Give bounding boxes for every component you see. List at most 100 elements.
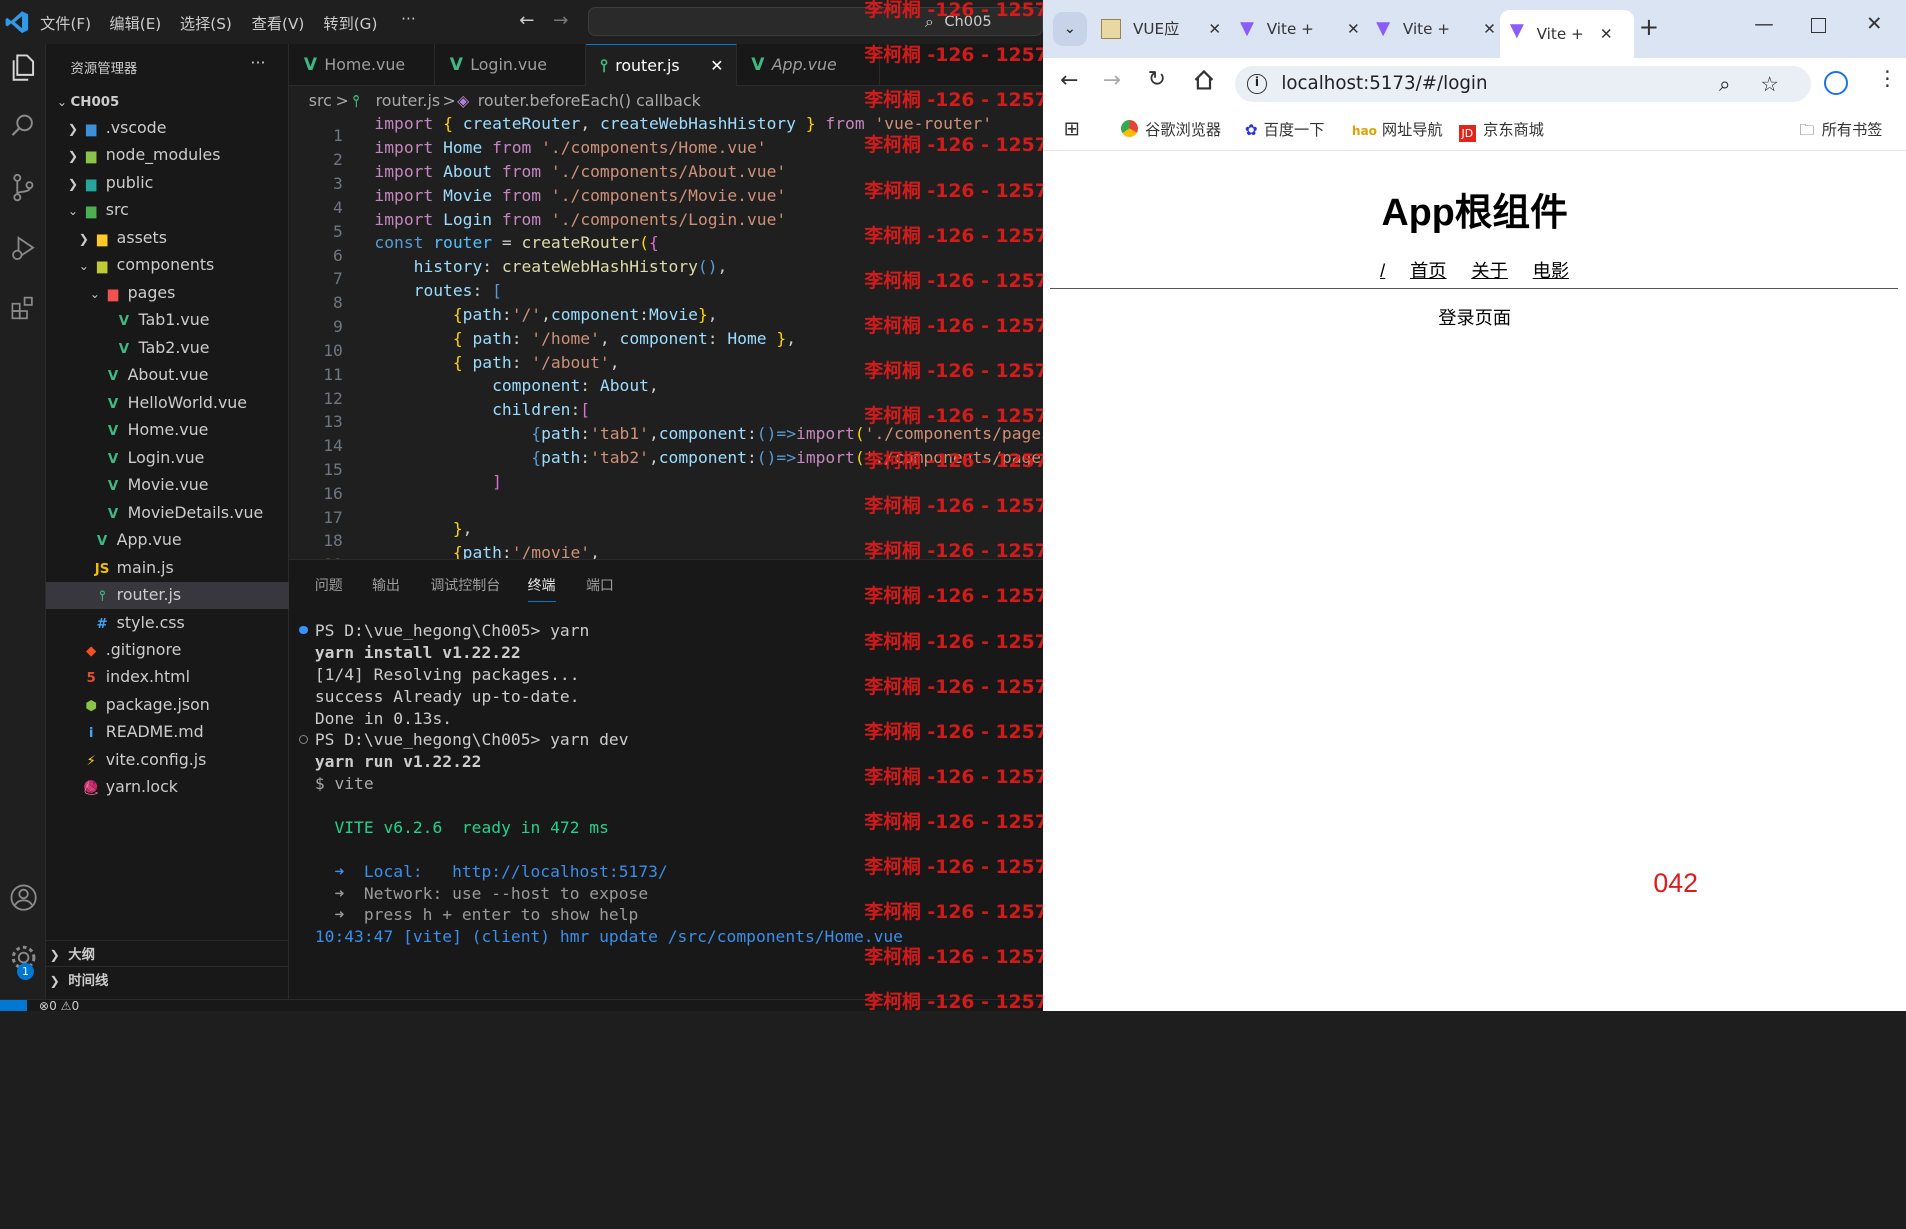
menu-file[interactable]: 文件(F): [40, 12, 91, 34]
close-window-icon[interactable]: ✕: [1866, 12, 1882, 35]
source-control-icon[interactable]: [4, 173, 43, 212]
breadcrumb-src[interactable]: src: [309, 88, 332, 115]
panel-tab-output[interactable]: 输出: [372, 575, 400, 595]
line-number: 13: [323, 412, 343, 432]
back-arrow-icon[interactable]: ←: [519, 10, 534, 31]
tree-item[interactable]: ⌄ CH005: [46, 88, 289, 115]
tree-item[interactable]: V HelloWorld.vue: [46, 390, 289, 417]
tree-item[interactable]: ⫯ router.js: [46, 582, 290, 609]
close-icon[interactable]: ✕: [710, 45, 723, 88]
panel-tab-problems[interactable]: 问题: [315, 575, 343, 595]
explorer-icon[interactable]: [4, 53, 43, 92]
minimize-icon[interactable]: —: [1754, 12, 1773, 35]
close-icon[interactable]: ✕: [1208, 10, 1221, 49]
tree-item[interactable]: V About.vue: [46, 362, 289, 389]
reload-icon[interactable]: ↻: [1148, 67, 1166, 92]
tree-item[interactable]: V Tab1.vue: [46, 307, 289, 334]
menu-edit[interactable]: 编辑(E): [109, 12, 161, 34]
browser-tab[interactable]: ▼ Vite + ✕: [1371, 10, 1505, 49]
menu-go[interactable]: 转到(G): [323, 12, 377, 34]
tree-item[interactable]: 5 index.html: [46, 664, 289, 691]
editor-tab[interactable]: V Home.vue: [289, 43, 436, 87]
timeline-section[interactable]: ❯ 时间线: [46, 966, 290, 993]
watermark-text: 李柯桐 -126 - 1257: [864, 541, 1044, 563]
vite-logo-icon: ▼: [1509, 20, 1524, 42]
tree-item[interactable]: V Movie.vue: [46, 472, 289, 499]
new-tab-plus-icon[interactable]: +: [1639, 12, 1659, 41]
menu-view[interactable]: 查看(V): [252, 12, 305, 34]
tab-search-button[interactable]: ⌄: [1052, 12, 1087, 47]
close-icon[interactable]: ✕: [1483, 10, 1496, 49]
tree-item[interactable]: ⌄ ▆ src: [46, 197, 289, 224]
browser-tab[interactable]: ▼ Vite + ✕: [1235, 10, 1369, 49]
menu-kebab-icon[interactable]: ⋮: [1877, 66, 1898, 90]
browser-tab[interactable]: VUE应 ✕: [1097, 10, 1231, 49]
nav-link-home[interactable]: 首页: [1410, 260, 1446, 281]
run-debug-icon[interactable]: [4, 233, 43, 272]
menu-selection[interactable]: 选择(S): [180, 12, 232, 34]
panel-tab-ports[interactable]: 端口: [586, 575, 614, 595]
tree-item[interactable]: ❯ ▆ public: [46, 170, 289, 197]
search-icon[interactable]: [4, 112, 43, 151]
remote-indicator[interactable]: [0, 1000, 27, 1012]
tree-item-label: public: [105, 172, 154, 192]
nav-link-movie[interactable]: 电影: [1533, 260, 1569, 281]
outline-section[interactable]: ❯ 大纲: [46, 939, 290, 967]
forward-arrow-icon[interactable]: →: [553, 10, 568, 31]
nav-link-about[interactable]: 关于: [1471, 260, 1507, 281]
bookmark-baidu[interactable]: ✿ 百度一下: [1245, 118, 1325, 140]
profile-avatar-icon[interactable]: [1823, 70, 1848, 95]
browser-tab-active[interactable]: ▼ Vite + ✕: [1500, 9, 1634, 59]
site-info-icon[interactable]: i: [1247, 74, 1267, 94]
breadcrumb-symbol[interactable]: router.beforeEach() callback: [478, 88, 701, 115]
editor-tab[interactable]: ⫯ router.js ✕: [585, 43, 737, 88]
editor-tab[interactable]: V App.vue: [737, 43, 881, 87]
tree-item[interactable]: ❯ ▆ assets: [46, 225, 289, 252]
maximize-icon[interactable]: [1811, 18, 1826, 33]
zoom-icon[interactable]: ⌕: [1719, 66, 1731, 102]
breadcrumb-file[interactable]: router.js: [376, 88, 440, 115]
problems-count[interactable]: ⊗0 ⚠0: [39, 999, 79, 1011]
tree-item[interactable]: V Login.vue: [46, 445, 289, 472]
line-number: 7: [333, 269, 343, 289]
tree-item[interactable]: V App.vue: [46, 527, 289, 554]
forward-arrow-icon[interactable]: →: [1103, 68, 1121, 93]
editor-tab[interactable]: V Login.vue: [435, 43, 586, 87]
tree-item[interactable]: V Tab2.vue: [46, 335, 289, 362]
home-icon[interactable]: [1193, 69, 1215, 91]
close-icon[interactable]: ✕: [1347, 10, 1360, 49]
panel-tab-debug-console[interactable]: 调试控制台: [430, 575, 500, 595]
all-bookmarks[interactable]: 🗀 所有书签: [1799, 118, 1882, 145]
close-icon[interactable]: ✕: [1600, 15, 1613, 54]
explorer-more-button[interactable]: ···: [250, 53, 265, 72]
tree-item[interactable]: V Home.vue: [46, 417, 289, 444]
terminal-line: success Already up-to-date.: [314, 686, 580, 706]
tree-item[interactable]: ⚡ vite.config.js: [46, 747, 289, 774]
bookmark-hao123[interactable]: hao 网址导航: [1352, 118, 1443, 140]
panel-tab-terminal[interactable]: 终端: [527, 575, 556, 602]
menu-more[interactable]: ···: [401, 10, 415, 28]
tree-item[interactable]: ⌄ ▆ components: [46, 252, 289, 279]
bookmark-jd[interactable]: JD 京东商城: [1458, 118, 1544, 143]
tree-item[interactable]: JS main.js: [46, 555, 289, 582]
tree-item[interactable]: V MovieDetails.vue: [46, 500, 289, 527]
apps-grid-icon[interactable]: ⊞: [1064, 117, 1080, 140]
accounts-icon[interactable]: [4, 883, 43, 922]
tree-item[interactable]: ❯ ▆ .vscode: [46, 115, 289, 142]
tree-item[interactable]: ⬢ package.json: [46, 692, 289, 719]
chevron-right-icon: ❯: [49, 974, 60, 989]
tree-item[interactable]: 🧶 yarn.lock: [46, 774, 289, 801]
tree-item[interactable]: i README.md: [46, 719, 289, 746]
nav-link-root[interactable]: /: [1380, 260, 1385, 281]
tree-item[interactable]: ❯ ▆ node_modules: [46, 142, 289, 169]
tree-item[interactable]: ⌄ ▆ pages: [46, 280, 289, 307]
extensions-icon[interactable]: [4, 294, 43, 333]
bookmark-chrome[interactable]: 谷歌浏览器: [1120, 118, 1221, 140]
watermark-text: 李柯桐 -126 - 1257: [864, 315, 1044, 337]
tree-item[interactable]: ◆ .gitignore: [46, 637, 289, 664]
bookmark-star-icon[interactable]: ☆: [1760, 66, 1779, 102]
browser-window: ⌄ VUE应 ✕ ▼ Vite + ✕ ▼ Vite + ✕ ▼ Vite + …: [1043, 0, 1906, 1012]
back-arrow-icon[interactable]: ←: [1060, 68, 1078, 93]
tree-item[interactable]: # style.css: [46, 610, 289, 637]
address-bar[interactable]: i localhost:5173/#/login ⌕ ☆: [1235, 65, 1812, 103]
